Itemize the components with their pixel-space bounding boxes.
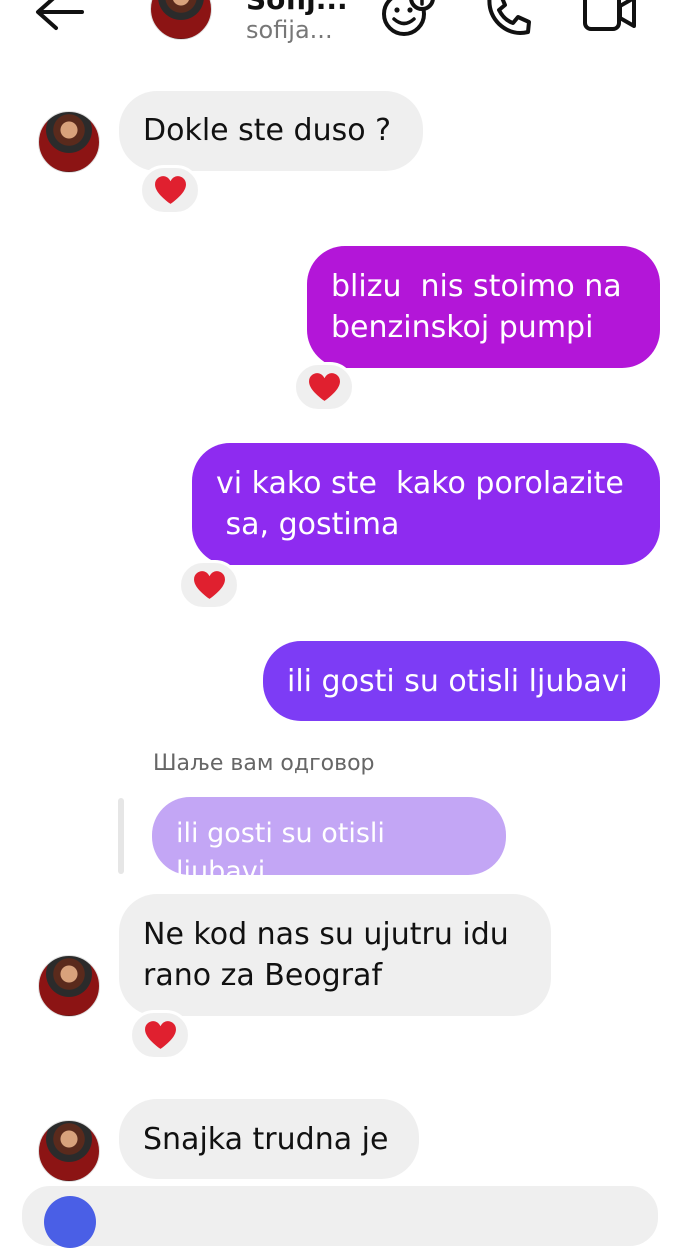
contact-username[interactable]: sofija...: [246, 14, 333, 46]
add-effects-icon[interactable]: [380, 0, 436, 38]
heart-icon: [308, 373, 340, 401]
message-bubble[interactable]: Ne kod nas su ujutru idu rano za Beograf: [119, 894, 551, 1016]
reaction-pill[interactable]: [178, 560, 240, 610]
message-bubble[interactable]: Dokle ste duso ?: [119, 91, 423, 171]
sender-avatar[interactable]: [38, 955, 100, 1017]
sender-avatar[interactable]: [38, 1120, 100, 1182]
video-camera-icon[interactable]: [582, 0, 638, 34]
reaction-pill[interactable]: [293, 362, 355, 412]
reply-quote-bar: [118, 798, 124, 874]
heart-icon: [154, 176, 186, 204]
reaction-pill[interactable]: [139, 165, 201, 215]
message-bubble[interactable]: Snajka trudna je: [119, 1099, 419, 1179]
sender-avatar[interactable]: [38, 111, 100, 173]
message-bubble[interactable]: blizu nis stoimo na benzinskoj pumpi: [307, 246, 660, 368]
message-composer[interactable]: [20, 1184, 660, 1248]
phone-icon[interactable]: [484, 0, 532, 36]
heart-icon: [144, 1021, 176, 1049]
heart-icon: [193, 571, 225, 599]
header-avatar[interactable]: [150, 0, 212, 40]
message-bubble[interactable]: vi kako ste kako porolazite sa, gostima: [192, 443, 660, 565]
back-arrow-icon[interactable]: [34, 0, 86, 34]
reaction-pill[interactable]: [129, 1010, 191, 1060]
camera-button[interactable]: [44, 1196, 96, 1248]
reply-label: Шаље вам одговор: [153, 751, 375, 776]
quoted-message-bubble[interactable]: ili gosti su otisli ljubavi: [152, 797, 506, 887]
message-bubble[interactable]: ili gosti su otisli ljubavi: [263, 641, 660, 721]
